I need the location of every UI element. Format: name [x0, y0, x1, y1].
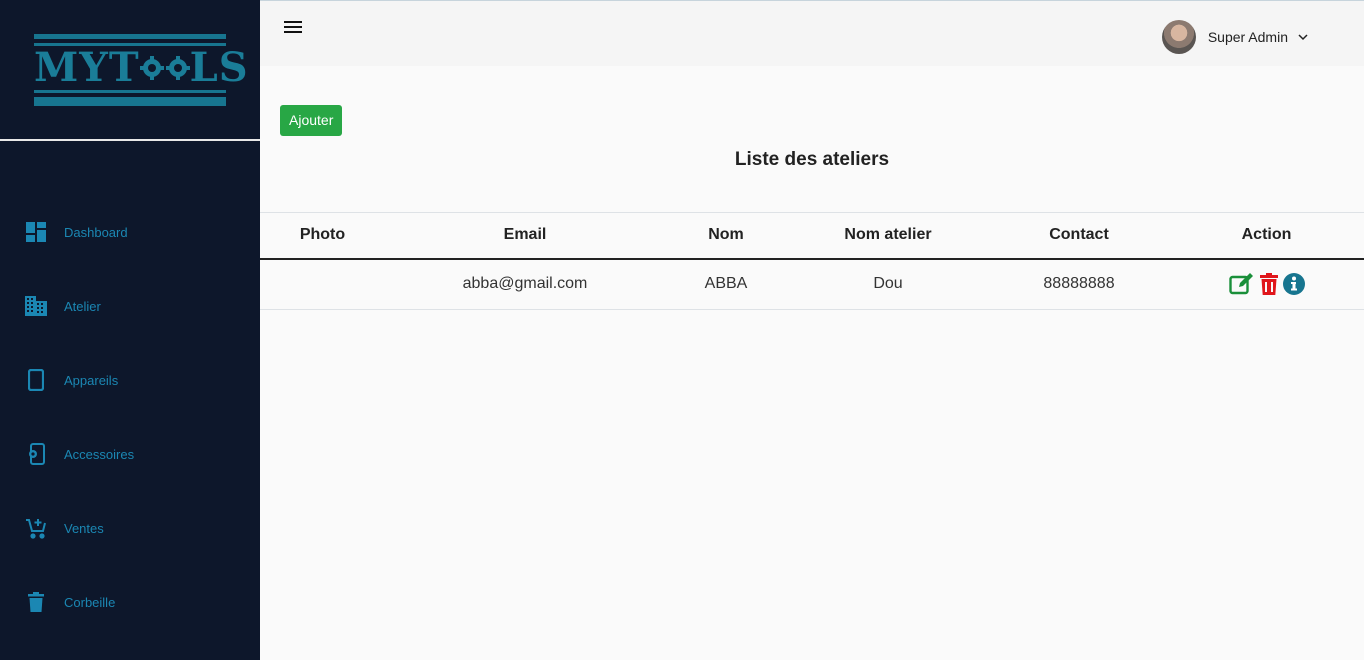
- ateliers-table: Photo Email Nom Nom atelier Contact Acti…: [260, 212, 1364, 310]
- user-menu[interactable]: Super Admin: [1161, 20, 1308, 54]
- sidebar-item-accessoires[interactable]: Accessoires: [0, 417, 260, 491]
- cell-photo: [260, 258, 385, 310]
- sidebar: MYT LS Dashboard Atelier Appareils Acces…: [0, 0, 260, 660]
- column-header-email: Email: [385, 212, 665, 260]
- logo[interactable]: MYT LS: [0, 0, 260, 139]
- sidebar-item-appareils[interactable]: Appareils: [0, 343, 260, 417]
- avatar: [1161, 20, 1196, 54]
- gears-icon: [139, 55, 190, 80]
- column-header-contact: Contact: [989, 212, 1169, 260]
- user-name: Super Admin: [1207, 29, 1288, 45]
- sidebar-item-label: Corbeille: [64, 594, 116, 610]
- sidebar-item-label: Atelier: [64, 298, 101, 314]
- table-header-row: Photo Email Nom Nom atelier Contact Acti…: [260, 212, 1364, 260]
- add-button[interactable]: Ajouter: [280, 105, 343, 136]
- cell-actions: [1169, 258, 1364, 310]
- cart-add-icon: [24, 516, 48, 540]
- main-content: Ajouter Liste des ateliers Photo Email N…: [260, 66, 1364, 660]
- info-icon[interactable]: [1282, 273, 1305, 296]
- cell-nom-atelier: Dou: [787, 258, 989, 310]
- logo-divider: [0, 139, 260, 141]
- column-header-action: Action: [1169, 212, 1364, 260]
- column-header-nom-atelier: Nom atelier: [787, 212, 989, 260]
- chevron-down-icon: [1298, 28, 1308, 46]
- phone-icon: [24, 368, 48, 392]
- menu-toggle-icon[interactable]: [284, 21, 304, 37]
- sidebar-item-label: Ventes: [64, 520, 104, 536]
- page-title: Liste des ateliers: [734, 149, 890, 170]
- delete-icon[interactable]: [1259, 273, 1279, 296]
- cell-nom: ABBA: [665, 258, 787, 310]
- phone-settings-icon: [24, 442, 48, 466]
- sidebar-item-corbeille[interactable]: Corbeille: [0, 565, 260, 639]
- logo-text: MYT LS: [34, 44, 249, 91]
- sidebar-item-label: Accessoires: [64, 446, 135, 462]
- sidebar-item-atelier[interactable]: Atelier: [0, 269, 260, 343]
- column-header-photo: Photo: [260, 212, 385, 260]
- sidebar-item-dashboard[interactable]: Dashboard: [0, 195, 260, 269]
- dashboard-icon: [24, 220, 48, 244]
- sidebar-item-label: Appareils: [64, 372, 119, 388]
- cell-contact: 88888888: [989, 258, 1169, 310]
- column-header-nom: Nom: [665, 212, 787, 260]
- sidebar-item-label: Dashboard: [64, 224, 128, 240]
- edit-icon[interactable]: [1228, 273, 1255, 295]
- cell-email: abba@gmail.com: [385, 258, 665, 310]
- trash-icon: [24, 590, 48, 614]
- top-bar: Super Admin: [260, 0, 1364, 66]
- sidebar-nav: Dashboard Atelier Appareils Accessoires …: [0, 195, 260, 639]
- building-icon: [24, 294, 48, 318]
- table-row: abba@gmail.com ABBA Dou 88888888: [260, 258, 1364, 310]
- sidebar-item-ventes[interactable]: Ventes: [0, 491, 260, 565]
